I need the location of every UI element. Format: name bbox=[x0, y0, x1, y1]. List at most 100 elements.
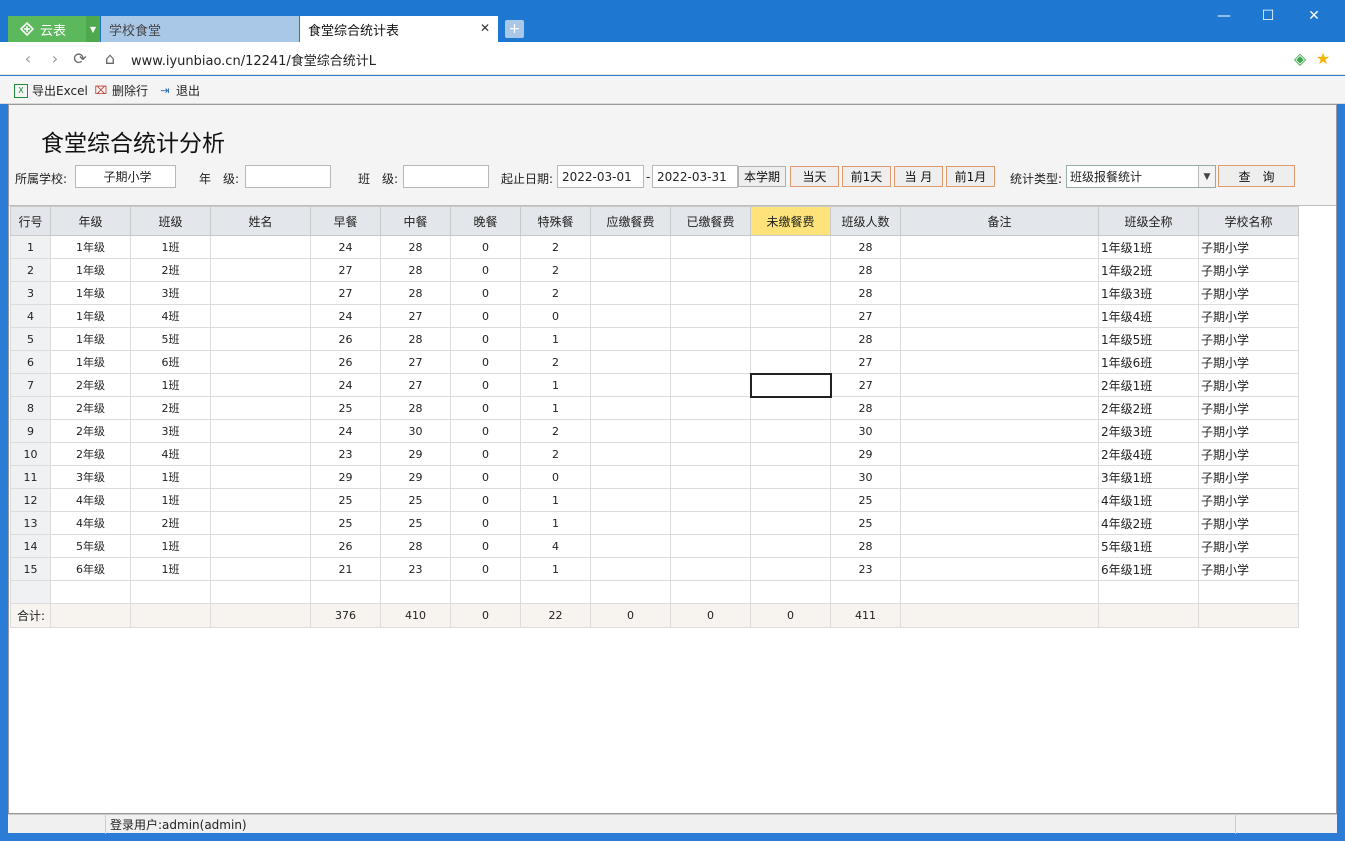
table-cell[interactable]: 2年级 bbox=[50, 419, 131, 443]
table-cell[interactable]: 1 bbox=[520, 511, 591, 535]
table-cell[interactable]: 0 bbox=[450, 465, 521, 489]
table-cell[interactable] bbox=[750, 258, 831, 282]
table-cell[interactable]: 5年级1班 bbox=[1098, 534, 1199, 558]
table-cell[interactable]: 1年级6班 bbox=[1098, 350, 1199, 374]
table-cell[interactable] bbox=[50, 580, 131, 604]
table-cell[interactable]: 1 bbox=[520, 327, 591, 351]
table-cell[interactable] bbox=[900, 258, 1099, 282]
table-cell[interactable]: 25 bbox=[310, 511, 381, 535]
row-number-cell[interactable]: 4 bbox=[10, 304, 51, 328]
table-cell[interactable]: 子期小学 bbox=[1198, 488, 1299, 512]
table-cell[interactable]: 子期小学 bbox=[1198, 511, 1299, 535]
table-cell[interactable] bbox=[670, 557, 751, 581]
table-cell[interactable]: 1班 bbox=[130, 373, 211, 397]
table-cell[interactable]: 2年级3班 bbox=[1098, 419, 1199, 443]
school-field[interactable]: 子期小学 bbox=[75, 165, 176, 188]
column-header[interactable]: 未缴餐费 bbox=[750, 206, 831, 236]
table-cell[interactable] bbox=[670, 488, 751, 512]
table-cell[interactable]: 27 bbox=[830, 304, 901, 328]
table-row[interactable]: 5 1年级 5班 26 28 0 1 28 1年级5班 子期小学 bbox=[10, 327, 1299, 351]
column-header[interactable]: 班级 bbox=[130, 206, 211, 236]
url-field[interactable]: www.iyunbiao.cn/12241/食堂综合统计L bbox=[131, 50, 376, 69]
row-number-cell[interactable]: 11 bbox=[10, 465, 51, 489]
table-cell[interactable]: 子期小学 bbox=[1198, 557, 1299, 581]
table-cell[interactable] bbox=[210, 327, 311, 351]
table-cell[interactable]: 子期小学 bbox=[1198, 442, 1299, 466]
table-cell[interactable]: 6年级1班 bbox=[1098, 557, 1199, 581]
app-dropdown-icon[interactable]: ▼ bbox=[86, 16, 100, 42]
table-cell[interactable] bbox=[900, 465, 1099, 489]
table-row[interactable]: 14 5年级 1班 26 28 0 4 28 5年级1班 子期小学 bbox=[10, 534, 1299, 558]
table-cell[interactable] bbox=[210, 281, 311, 305]
table-cell[interactable]: 1年级3班 bbox=[1098, 281, 1199, 305]
table-cell[interactable] bbox=[900, 511, 1099, 535]
table-cell[interactable] bbox=[590, 557, 671, 581]
row-number-cell[interactable]: 9 bbox=[10, 419, 51, 443]
table-cell[interactable]: 28 bbox=[380, 281, 451, 305]
table-cell[interactable] bbox=[749, 372, 832, 398]
table-cell[interactable]: 3年级 bbox=[50, 465, 131, 489]
table-cell[interactable] bbox=[670, 419, 751, 443]
table-cell[interactable]: 4年级1班 bbox=[1098, 488, 1199, 512]
table-cell[interactable]: 29 bbox=[830, 442, 901, 466]
row-number-cell[interactable]: 13 bbox=[10, 511, 51, 535]
table-cell[interactable] bbox=[750, 304, 831, 328]
tab-school-canteen[interactable]: 学校食堂 bbox=[101, 16, 299, 42]
table-cell[interactable] bbox=[670, 511, 751, 535]
table-cell[interactable] bbox=[590, 327, 671, 351]
table-cell[interactable]: 27 bbox=[380, 304, 451, 328]
table-cell[interactable]: 28 bbox=[830, 258, 901, 282]
table-cell[interactable]: 1年级 bbox=[50, 327, 131, 351]
table-cell[interactable]: 28 bbox=[380, 327, 451, 351]
table-cell[interactable] bbox=[750, 442, 831, 466]
table-cell[interactable]: 1班 bbox=[130, 557, 211, 581]
table-cell[interactable]: 23 bbox=[830, 557, 901, 581]
row-number-cell[interactable]: 8 bbox=[10, 396, 51, 420]
table-cell[interactable] bbox=[750, 327, 831, 351]
table-cell[interactable]: 6班 bbox=[130, 350, 211, 374]
table-cell[interactable] bbox=[670, 235, 751, 259]
table-row[interactable]: 15 6年级 1班 21 23 0 1 23 6年级1班 子期小学 bbox=[10, 557, 1299, 581]
date-from-field[interactable]: 2022-03-01 bbox=[557, 165, 644, 188]
table-cell[interactable]: 30 bbox=[830, 465, 901, 489]
tab-canteen-stats[interactable]: 食堂综合统计表 ✕ bbox=[300, 16, 498, 42]
table-cell[interactable] bbox=[750, 511, 831, 535]
class-field[interactable] bbox=[403, 165, 489, 188]
column-header[interactable]: 特殊餐 bbox=[520, 206, 591, 236]
table-cell[interactable] bbox=[130, 580, 211, 604]
table-cell[interactable]: 27 bbox=[380, 350, 451, 374]
table-cell[interactable] bbox=[670, 350, 751, 374]
table-cell[interactable] bbox=[590, 373, 671, 397]
table-cell[interactable]: 29 bbox=[310, 465, 381, 489]
column-header[interactable]: 已缴餐费 bbox=[670, 206, 751, 236]
table-row[interactable]: 11 3年级 1班 29 29 0 0 30 3年级1班 子期小学 bbox=[10, 465, 1299, 489]
table-cell[interactable]: 2年级2班 bbox=[1098, 396, 1199, 420]
table-cell[interactable]: 4班 bbox=[130, 442, 211, 466]
table-cell[interactable]: 子期小学 bbox=[1198, 419, 1299, 443]
table-cell[interactable]: 2年级1班 bbox=[1098, 373, 1199, 397]
table-row[interactable]: 6 1年级 6班 26 27 0 2 27 1年级6班 子期小学 bbox=[10, 350, 1299, 374]
table-cell[interactable]: 3年级1班 bbox=[1098, 465, 1199, 489]
table-cell[interactable] bbox=[210, 350, 311, 374]
table-row[interactable]: 7 2年级 1班 24 27 0 1 27 2年级1班 子期小学 bbox=[10, 372, 1299, 398]
table-cell[interactable]: 27 bbox=[380, 373, 451, 397]
table-cell[interactable]: 25 bbox=[310, 488, 381, 512]
table-cell[interactable]: 2 bbox=[520, 258, 591, 282]
table-cell[interactable]: 1年级 bbox=[50, 235, 131, 259]
table-cell[interactable]: 24 bbox=[310, 304, 381, 328]
table-cell[interactable]: 0 bbox=[450, 488, 521, 512]
table-cell[interactable]: 0 bbox=[450, 442, 521, 466]
table-cell[interactable]: 1年级 bbox=[50, 350, 131, 374]
table-cell[interactable] bbox=[210, 557, 311, 581]
table-cell[interactable] bbox=[1098, 580, 1199, 604]
this-month-button[interactable]: 当 月 bbox=[894, 166, 943, 187]
table-cell[interactable]: 26 bbox=[310, 534, 381, 558]
row-number-cell[interactable]: 2 bbox=[10, 258, 51, 282]
table-cell[interactable]: 0 bbox=[450, 281, 521, 305]
row-number-cell[interactable]: 12 bbox=[10, 488, 51, 512]
table-cell[interactable] bbox=[750, 350, 831, 374]
table-cell[interactable] bbox=[590, 442, 671, 466]
table-cell[interactable] bbox=[590, 580, 671, 604]
row-number-cell[interactable]: 14 bbox=[10, 534, 51, 558]
table-cell[interactable]: 25 bbox=[310, 396, 381, 420]
